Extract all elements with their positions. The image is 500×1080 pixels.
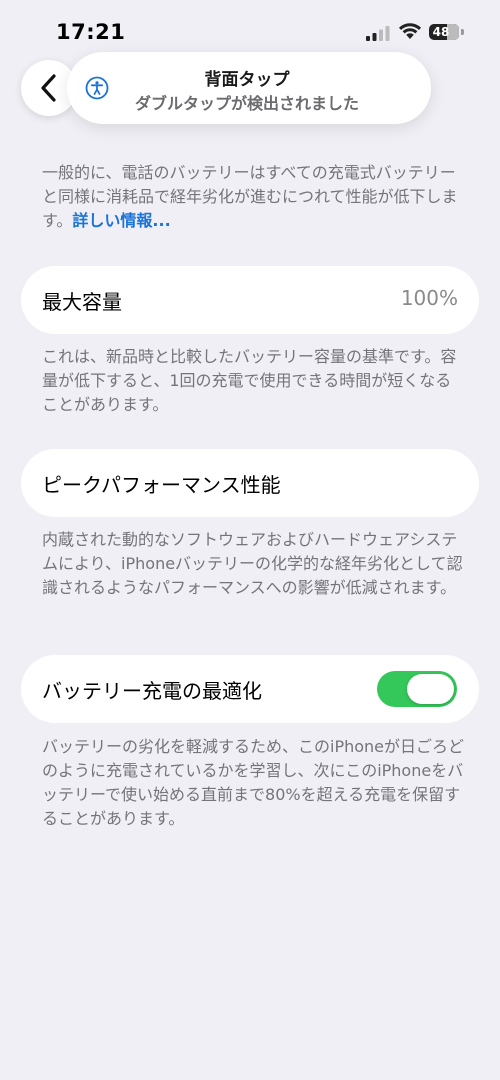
wifi-icon bbox=[399, 23, 421, 39]
status-time: 17:21 bbox=[56, 20, 126, 44]
learn-more-link[interactable]: 詳しい情報... bbox=[72, 211, 170, 230]
cellular-signal-icon bbox=[366, 26, 390, 41]
charging-optimization-row: バッテリー充電の最適化 bbox=[21, 655, 479, 723]
charging-optimization-description: バッテリーの劣化を軽減するため、このiPhoneが日ごろどのように充電されている… bbox=[42, 737, 465, 828]
chevron-left-icon bbox=[41, 74, 56, 102]
max-capacity-row: 最大容量 100% bbox=[21, 266, 479, 334]
toggle-knob bbox=[407, 674, 454, 704]
battery-level: 48 bbox=[432, 25, 450, 39]
peak-performance-row: ピークパフォーマンス性能 bbox=[21, 449, 479, 517]
intro-text: 一般的に、電話のバッテリーはすべての充電式バッテリーと同様に消耗品で経年劣化が進… bbox=[42, 161, 466, 233]
charging-optimization-label: バッテリー充電の最適化 bbox=[42, 679, 262, 703]
max-capacity-description: これは、新品時と比較したバッテリー容量の基準です。容量が低下すると、1回の充電で… bbox=[42, 347, 457, 414]
battery-icon: 48 bbox=[429, 24, 459, 40]
max-capacity-value: 100% bbox=[400, 286, 458, 310]
status-bar: 17:21 48 bbox=[0, 0, 500, 60]
toast-subtitle: ダブルタップが検出されました bbox=[134, 94, 359, 113]
charging-optimization-toggle[interactable] bbox=[377, 671, 457, 707]
back-tap-toast: 背面タップ ダブルタップが検出されました bbox=[67, 52, 431, 124]
battery-nub bbox=[461, 29, 464, 35]
max-capacity-label: 最大容量 bbox=[42, 290, 122, 314]
peak-performance-description: 内蔵された動的なソフトウェアおよびハードウェアシステムにより、iPhoneバッテ… bbox=[42, 530, 463, 597]
peak-performance-label: ピークパフォーマンス性能 bbox=[42, 473, 281, 497]
toast-title: 背面タップ bbox=[204, 70, 290, 90]
